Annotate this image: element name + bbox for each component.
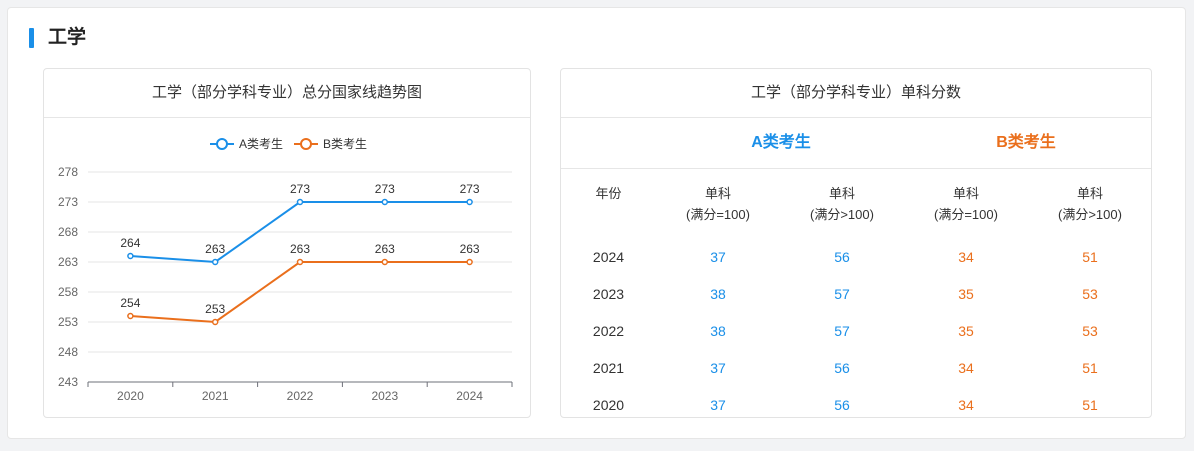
row-a-full100: 38	[710, 286, 726, 302]
trend-chart: 243 248 253 258 263 268 273 278 2020 2021 2022 2023…	[58, 137, 513, 403]
data-label-a: 263	[205, 242, 225, 256]
chart-card-title: 工学（部分学科专业）总分国家线趋势图	[44, 69, 530, 118]
row-a-over100: 57	[834, 323, 850, 339]
data-point-b	[381, 258, 389, 266]
row-b-over100: 53	[1082, 286, 1098, 302]
data-label-a: 273	[290, 182, 310, 196]
header-b-full100-line: 单科	[952, 186, 979, 201]
x-tick-label: 2022	[287, 389, 314, 403]
y-tick-label: 253	[58, 315, 78, 329]
header-a-over100: 单科 (满分>100)	[780, 183, 904, 225]
data-point-a	[381, 198, 389, 206]
section-title: 工学	[48, 27, 87, 48]
row-a-over100: 56	[834, 249, 850, 265]
row-b-over100: 53	[1082, 323, 1098, 339]
data-point-b	[127, 312, 134, 320]
y-tick-label: 248	[58, 345, 78, 359]
data-label-a: 273	[460, 182, 480, 196]
row-a-over100: 56	[834, 397, 850, 413]
data-label-b: 263	[375, 242, 395, 256]
single-subject-card: 工学（部分学科专业）单科分数 A类考生 B类考生 年份 单科 (满分=100) 单科 (…	[560, 68, 1152, 418]
row-b-over100: 51	[1082, 249, 1098, 265]
data-point-a	[466, 198, 473, 206]
x-tick-label: 2020	[117, 389, 144, 403]
data-point-a	[296, 198, 304, 206]
data-point-b	[466, 258, 473, 266]
legend-label-b: B类考生	[323, 137, 367, 151]
row-a-full100: 37	[710, 360, 726, 376]
row-a-full100: 37	[710, 249, 726, 265]
y-tick-label: 263	[58, 255, 78, 269]
row-b-full100: 35	[958, 286, 974, 302]
row-year: 2020	[592, 397, 625, 413]
header-b-full100-line: (满分=100)	[934, 207, 998, 222]
row-a-full100: 37	[710, 397, 726, 413]
x-tick-label: 2024	[456, 389, 483, 403]
header-a-full100: 单科 (满分=100)	[656, 183, 780, 225]
header-b-over100-line: 单科	[1076, 186, 1103, 201]
header-a-over100-line: 单科	[828, 186, 855, 201]
y-tick-label: 258	[58, 285, 78, 299]
row-year: 2024	[592, 249, 625, 265]
data-point-b	[296, 258, 304, 266]
trend-chart-card: 工学（部分学科专业）总分国家线趋势图 243 248 253 258 263 268 273…	[43, 68, 531, 418]
y-tick-label: 278	[58, 165, 78, 179]
header-a-over100-line: (满分>100)	[810, 207, 874, 222]
legend-marker-b	[300, 138, 312, 150]
y-tick-label: 273	[58, 195, 78, 209]
data-label-b: 263	[290, 242, 310, 256]
header-a-full100-line: 单科	[704, 186, 731, 201]
data-point-a	[127, 252, 134, 260]
table-card-title: 工学（部分学科专业）单科分数	[561, 69, 1151, 118]
header-b-over100: 单科 (满分>100)	[1028, 183, 1151, 225]
subject-panel: 工学 工学（部分学科专业）总分国家线趋势图 243 248 253 258 263 268…	[7, 7, 1186, 439]
data-label-a: 273	[375, 182, 395, 196]
x-tick-label: 2021	[202, 389, 229, 403]
data-label-b: 263	[460, 242, 480, 256]
row-a-over100: 57	[834, 286, 850, 302]
row-b-full100: 34	[958, 397, 974, 413]
section-accent-bar	[29, 28, 34, 48]
row-year: 2023	[592, 286, 625, 302]
row-a-full100: 38	[710, 323, 726, 339]
header-a-full100-line: (满分=100)	[686, 207, 750, 222]
group-b-label: B类考生	[996, 134, 1056, 151]
data-label-b: 254	[120, 296, 140, 310]
data-label-a: 264	[120, 236, 140, 250]
data-point-a	[211, 258, 219, 266]
x-tick-label: 2023	[371, 389, 398, 403]
row-year: 2021	[592, 360, 625, 376]
row-b-full100: 34	[958, 249, 974, 265]
y-tick-label: 243	[58, 375, 78, 389]
group-header-row: A类考生 B类考生	[561, 118, 1151, 169]
legend-marker-a	[216, 138, 228, 150]
group-a-label: A类考生	[751, 134, 811, 151]
header-b-over100-line: (满分>100)	[1058, 207, 1122, 222]
header-year: 年份	[595, 186, 622, 201]
data-label-b: 253	[205, 302, 225, 316]
row-b-over100: 51	[1082, 397, 1098, 413]
header-b-full100: 单科 (满分=100)	[904, 183, 1028, 225]
row-b-over100: 51	[1082, 360, 1098, 376]
y-tick-label: 268	[58, 225, 78, 239]
row-year: 2022	[592, 323, 625, 339]
row-b-full100: 35	[958, 323, 974, 339]
data-point-b	[211, 318, 219, 326]
legend-label-a: A类考生	[239, 137, 283, 151]
row-a-over100: 56	[834, 360, 850, 376]
row-b-full100: 34	[958, 360, 974, 376]
